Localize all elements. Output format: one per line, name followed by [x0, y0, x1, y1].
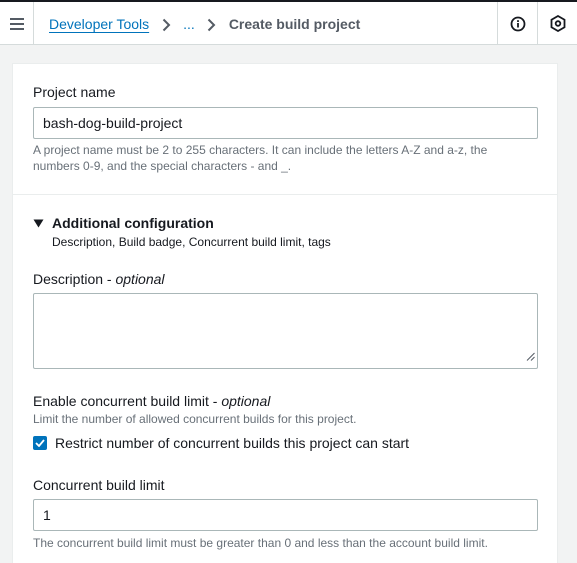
project-name-input[interactable]: bash-dog-build-project: [33, 107, 538, 139]
additional-configuration-subtitle: Description, Build badge, Concurrent bui…: [52, 235, 331, 249]
concurrent-limit-hint: Limit the number of allowed concurrent b…: [33, 412, 357, 426]
caret-down-icon: [33, 214, 44, 232]
breadcrumb-current-page: Create build project: [228, 16, 361, 32]
additional-configuration-toggle[interactable]: Additional configuration: [33, 214, 214, 232]
label-separator: -: [208, 393, 222, 409]
concurrent-build-limit-hint: The concurrent build limit must be great…: [33, 536, 488, 550]
optional-tag: optional: [115, 271, 165, 287]
breadcrumb-developer-tools[interactable]: Developer Tools: [49, 15, 149, 33]
breadcrumb: Developer Tools ... Create build project: [49, 15, 360, 33]
additional-configuration-title: Additional configuration: [52, 215, 214, 231]
restrict-concurrent-builds-checkbox[interactable]: [33, 436, 47, 450]
resize-grip-icon[interactable]: [526, 348, 535, 366]
project-name-label: Project name: [33, 84, 116, 100]
description-label: Description - optional: [33, 270, 165, 288]
top-navigation-bar: Developer Tools ... Create build project: [0, 0, 577, 45]
chevron-right-icon: [195, 15, 229, 33]
project-name-hint-line2: numbers 0-9, and the special characters …: [33, 159, 292, 173]
chevron-right-icon: [149, 15, 183, 33]
description-textarea[interactable]: [33, 293, 538, 369]
menu-icon[interactable]: [0, 2, 34, 45]
info-icon[interactable]: [497, 2, 537, 45]
concurrent-build-limit-input[interactable]: 1: [33, 499, 538, 531]
concurrent-build-limit-label: Concurrent build limit: [33, 477, 165, 493]
description-label-text: Description: [33, 271, 104, 287]
project-name-hint-line1: A project name must be 2 to 255 characte…: [33, 143, 488, 157]
section-divider: [12, 194, 558, 195]
concurrent-label-text: Enable concurrent build limit: [33, 393, 209, 409]
restrict-concurrent-builds-label: Restrict number of concurrent builds thi…: [55, 435, 410, 451]
label-separator: -: [103, 271, 116, 287]
checkmark-icon: [35, 439, 45, 447]
settings-hex-icon[interactable]: [537, 2, 577, 45]
optional-tag: optional: [221, 393, 271, 409]
breadcrumb-ellipsis[interactable]: ...: [183, 15, 195, 33]
concurrent-limit-enable-label: Enable concurrent build limit - optional: [33, 392, 270, 410]
restrict-concurrent-builds-row[interactable]: Restrict number of concurrent builds thi…: [33, 434, 409, 452]
